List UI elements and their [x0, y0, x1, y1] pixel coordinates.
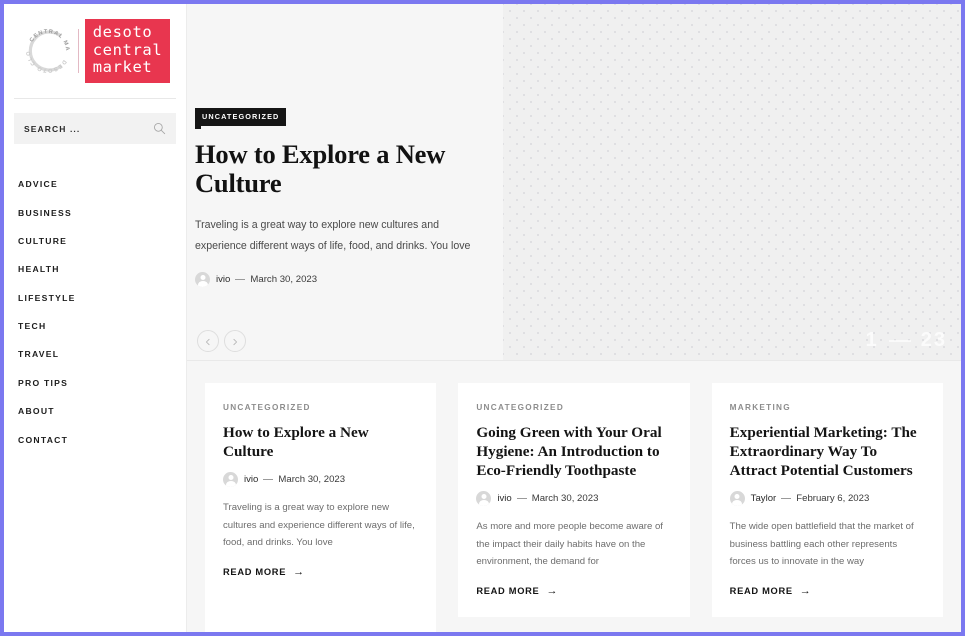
card-title[interactable]: Going Green with Your Oral Hygiene: An I…	[476, 423, 671, 480]
sidebar-item-advice[interactable]: ADVICE	[18, 170, 186, 198]
logo-wordmark: desoto central market	[84, 19, 171, 83]
read-more-label: READ MORE	[223, 566, 287, 577]
byline-separator	[263, 479, 274, 481]
browser-viewport: CENTRAL MARKET DESOTO CLOSED desoto cent…	[0, 0, 965, 636]
page-title[interactable]: How to Explore a New Culture	[195, 139, 495, 199]
publish-date: March 30, 2023	[250, 274, 318, 286]
card-category[interactable]: MARKETING	[730, 403, 925, 412]
hero-excerpt: Traveling is a great way to explore new …	[195, 218, 471, 252]
card-byline: ivio March 30, 2023	[476, 491, 671, 507]
read-more-label: READ MORE	[729, 585, 793, 596]
chevron-left-icon	[204, 334, 212, 349]
sidebar-item-health[interactable]: HEALTH	[18, 255, 186, 283]
publish-date: February 6, 2023	[796, 493, 870, 505]
hero-featured-image: 1 23	[503, 4, 961, 360]
read-more-link[interactable]: READ MORE →	[730, 585, 812, 597]
card-title[interactable]: Experiential Marketing: The Extraordinar…	[730, 423, 925, 480]
byline-separator	[235, 279, 246, 281]
card-excerpt: Traveling is a great way to explore new …	[223, 502, 415, 549]
main-navigation: ADVICE BUSINESS CULTURE HEALTH LIFESTYLE…	[4, 170, 186, 454]
status-badge[interactable]: UNCATEGORIZED	[195, 107, 287, 129]
publish-date: March 30, 2023	[531, 493, 599, 505]
byline-separator	[781, 498, 792, 500]
card-category[interactable]: UNCATEGORIZED	[476, 403, 671, 412]
card-byline: Taylor February 6, 2023	[729, 491, 925, 507]
search-box[interactable]	[14, 113, 176, 144]
circular-stamp-icon: CENTRAL MARKET DESOTO CLOSED	[20, 23, 76, 79]
post-card-2[interactable]: UNCATEGORIZED Going Green with Your Oral…	[458, 383, 690, 617]
sidebar-item-tech[interactable]: TECH	[18, 312, 186, 340]
post-grid: UNCATEGORIZED How to Explore a New Cultu…	[187, 361, 961, 632]
card-title[interactable]: How to Explore a New Culture	[223, 423, 418, 461]
slide-counter: 1 23	[866, 329, 947, 352]
logo-divider	[77, 29, 79, 73]
avatar	[223, 472, 238, 488]
sidebar-item-culture[interactable]: CULTURE	[18, 227, 186, 255]
card-excerpt: The wide open battlefield that the marke…	[729, 521, 914, 568]
sidebar-item-travel[interactable]: TRAVEL	[18, 340, 186, 368]
sidebar-item-lifestyle[interactable]: LIFESTYLE	[18, 284, 186, 312]
avatar	[729, 491, 745, 507]
author-name[interactable]: Taylor	[751, 493, 777, 504]
arrow-right-icon: →	[546, 584, 559, 597]
sidebar-item-business[interactable]: BUSINESS	[18, 198, 186, 226]
author-name[interactable]: ivio	[216, 274, 230, 285]
next-card-stub	[223, 595, 419, 622]
hero-byline: ivio March 30, 2023	[195, 272, 495, 288]
logo-line-2: central	[92, 40, 163, 59]
carousel-next-button[interactable]	[224, 330, 246, 352]
slide-counter-dash	[888, 339, 911, 342]
byline-separator	[516, 498, 527, 500]
sidebar-item-contact[interactable]: CONTACT	[18, 425, 186, 453]
logo-line-3: market	[92, 58, 153, 77]
carousel-prev-button[interactable]	[197, 330, 219, 352]
hero-article: UNCATEGORIZED How to Explore a New Cultu…	[195, 106, 495, 288]
svg-text:DESOTO CLOSED: DESOTO CLOSED	[20, 23, 67, 73]
arrow-right-icon: →	[799, 584, 812, 597]
publish-date: March 30, 2023	[278, 474, 346, 486]
chevron-right-icon	[231, 334, 239, 349]
site-logo[interactable]: CENTRAL MARKET DESOTO CLOSED desoto cent…	[4, 4, 186, 92]
card-byline: ivio March 30, 2023	[223, 472, 418, 488]
author-name[interactable]: ivio	[244, 474, 258, 485]
carousel-controls	[197, 330, 246, 352]
avatar	[195, 272, 210, 288]
sidebar-item-pro-tips[interactable]: PRO TIPS	[18, 369, 186, 397]
svg-text:CENTRAL MARKET: CENTRAL MARKET	[20, 23, 70, 52]
main-content: 1 23 UNCATEGORIZED How to Explore a New …	[187, 4, 961, 632]
arrow-right-icon: →	[293, 565, 305, 578]
sidebar-divider-top	[14, 98, 176, 99]
hero-slider: 1 23 UNCATEGORIZED How to Explore a New …	[187, 4, 961, 360]
search-input[interactable]	[24, 123, 153, 134]
sidebar: CENTRAL MARKET DESOTO CLOSED desoto cent…	[4, 4, 187, 632]
sidebar-item-about[interactable]: ABOUT	[18, 397, 186, 425]
author-name[interactable]: ivio	[497, 493, 511, 504]
logo-line-1: desoto	[92, 23, 153, 42]
post-card-3[interactable]: MARKETING Experiential Marketing: The Ex…	[711, 383, 943, 617]
post-card-1[interactable]: UNCATEGORIZED How to Explore a New Cultu…	[205, 383, 437, 632]
card-excerpt: As more and more people become aware of …	[476, 521, 663, 568]
read-more-label: READ MORE	[476, 585, 540, 596]
search-icon[interactable]	[153, 122, 166, 135]
card-category[interactable]: UNCATEGORIZED	[223, 403, 418, 412]
avatar	[476, 491, 492, 507]
slide-current: 1	[865, 329, 879, 351]
slide-total: 23	[920, 329, 947, 351]
read-more-link[interactable]: READ MORE →	[223, 566, 305, 578]
read-more-link[interactable]: READ MORE →	[476, 585, 558, 597]
